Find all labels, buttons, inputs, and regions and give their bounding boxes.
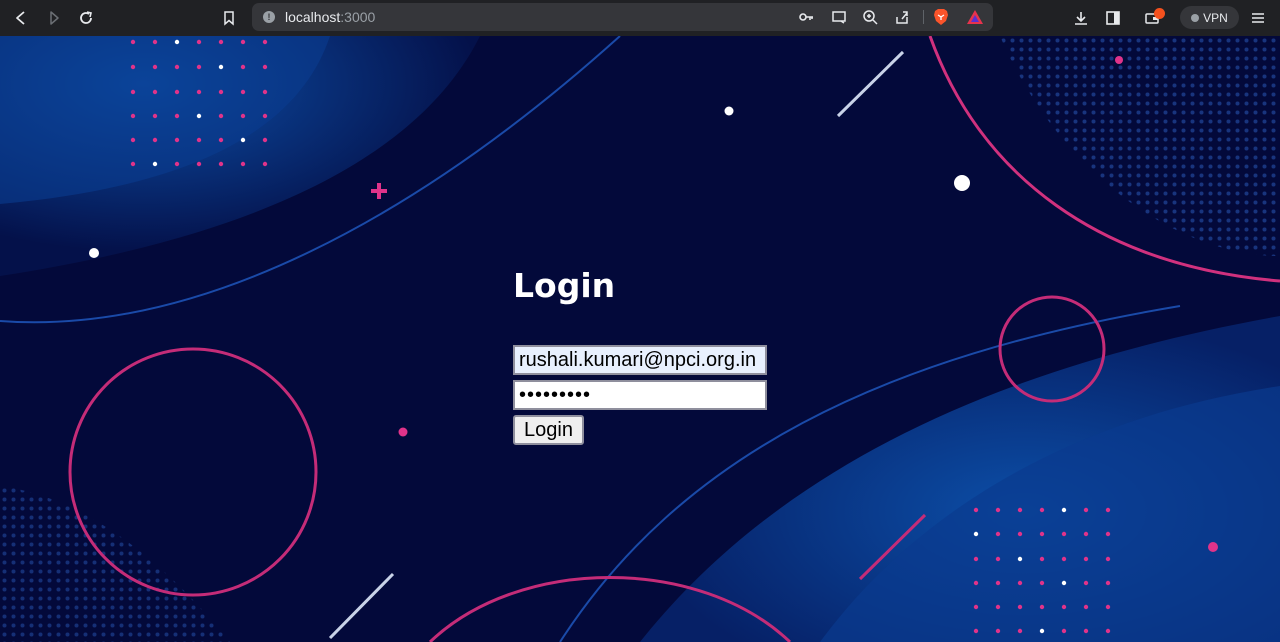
login-button[interactable]: Login	[513, 415, 584, 445]
sidebar-icon[interactable]	[1102, 7, 1124, 29]
rewards-triangle-icon[interactable]	[966, 8, 984, 26]
url-text: localhost:3000	[285, 9, 376, 25]
cast-icon[interactable]	[830, 8, 848, 26]
back-icon[interactable]	[9, 6, 33, 30]
notification-badge	[1154, 8, 1165, 19]
menu-icon[interactable]	[1247, 7, 1269, 29]
brave-lion-icon[interactable]	[932, 8, 950, 26]
vpn-label: VPN	[1203, 10, 1228, 25]
info-icon[interactable]: !	[263, 11, 275, 23]
separator	[923, 10, 924, 24]
email-field[interactable]	[513, 345, 767, 375]
background-artwork	[0, 36, 1280, 642]
browser-toolbar: ! localhost:3000 VPN	[0, 0, 1280, 36]
login-heading: Login	[513, 266, 616, 305]
password-field[interactable]	[513, 380, 767, 410]
forward-icon[interactable]	[42, 6, 66, 30]
bookmark-icon[interactable]	[217, 6, 241, 30]
download-icon[interactable]	[1070, 7, 1092, 29]
key-icon[interactable]	[797, 8, 815, 26]
vpn-status-icon	[1191, 13, 1200, 22]
share-icon[interactable]	[893, 8, 911, 26]
zoom-icon[interactable]	[861, 8, 879, 26]
page-viewport: Login Login	[0, 36, 1280, 642]
reload-icon[interactable]	[74, 6, 98, 30]
address-bar[interactable]: ! localhost:3000	[252, 3, 993, 31]
vpn-button[interactable]: VPN	[1180, 6, 1239, 29]
